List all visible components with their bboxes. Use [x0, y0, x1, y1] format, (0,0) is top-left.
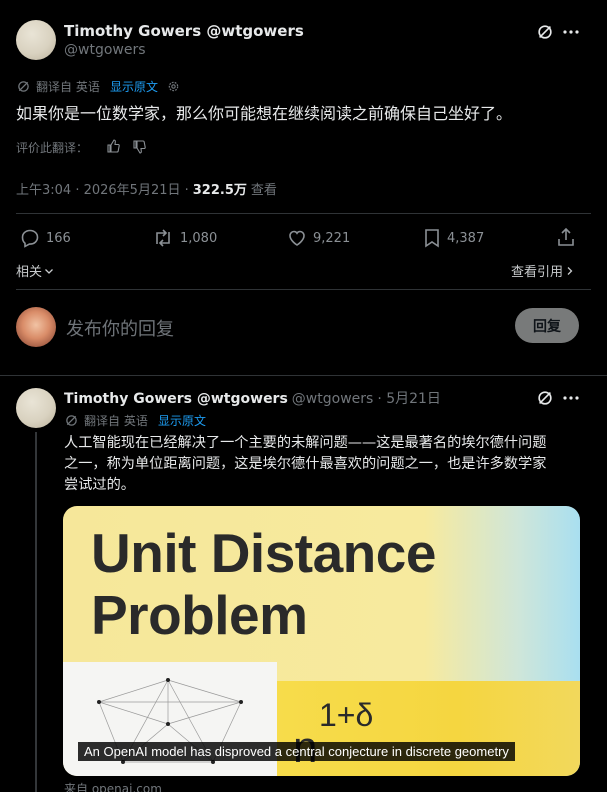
tweet-text: 如果你是一位数学家，那么你可能想在继续阅读之前确保自己坐好了。	[16, 104, 513, 123]
formula-exponent: 1+δ	[319, 697, 374, 733]
thumbs-up-icon[interactable]	[105, 138, 121, 154]
like-count: 9,221	[313, 230, 351, 246]
retweet-icon	[152, 228, 174, 248]
divider	[16, 213, 591, 214]
divider	[16, 289, 591, 290]
link-card-image[interactable]: Unit Distance Problem n 1+δ	[63, 506, 580, 776]
view-quotes-link[interactable]: 查看引用	[511, 261, 574, 280]
share-icon[interactable]	[556, 227, 576, 247]
reply-button[interactable]: 回复	[515, 308, 579, 343]
rate-translation-label: 评价此翻译：	[16, 141, 89, 155]
chevron-right-icon	[566, 266, 574, 276]
heart-icon	[287, 228, 307, 248]
grok-icon[interactable]	[535, 22, 555, 42]
related-toggle[interactable]: 相关	[16, 261, 54, 280]
tweet-timestamp[interactable]: 上午3:04 · 2026年5月21日 ·	[16, 179, 189, 198]
card-title-line: Problem	[91, 584, 308, 646]
show-original-link[interactable]: 显示原文	[158, 412, 206, 429]
user-avatar[interactable]	[16, 307, 56, 347]
chevron-down-icon	[44, 267, 54, 275]
like-action[interactable]: 9,221	[287, 228, 350, 248]
reply-action[interactable]: 166	[20, 228, 71, 248]
author-handle[interactable]: @wtgowers	[64, 42, 146, 58]
show-original-link[interactable]: 显示原文	[110, 78, 158, 95]
card-source[interactable]: 来自 openai.com	[64, 780, 162, 792]
more-options-icon[interactable]	[560, 22, 582, 42]
avatar[interactable]	[16, 388, 56, 428]
bookmark-count: 4,387	[447, 230, 485, 246]
grok-icon[interactable]	[535, 388, 555, 408]
author-name[interactable]: Timothy Gowers @wtgowers	[64, 22, 304, 40]
more-options-icon[interactable]	[560, 388, 582, 408]
divider	[0, 375, 607, 376]
reply-icon	[20, 228, 40, 248]
translate-icon	[64, 413, 78, 427]
author-name[interactable]: Timothy Gowers @wtgowers	[64, 391, 288, 407]
retweet-count: 1,080	[180, 230, 218, 246]
views-label: 查看	[250, 183, 277, 198]
thread-line	[35, 432, 37, 792]
avatar[interactable]	[16, 20, 56, 60]
bookmark-icon	[423, 228, 441, 248]
bookmark-action[interactable]: 4,387	[423, 228, 484, 248]
reply-input[interactable]: 发布你的回复	[66, 315, 174, 341]
author-handle[interactable]: @wtgowers	[292, 391, 374, 407]
tweet-text-line: 尝试过的。	[64, 477, 135, 493]
settings-icon[interactable]	[166, 79, 180, 93]
views-count: 322.5万	[192, 183, 247, 198]
tweet-text-line: 之一，称为单位距离问题，这是埃尔德什最喜欢的问题之一，也是许多数学家	[64, 456, 547, 472]
related-label: 相关	[16, 265, 43, 280]
card-caption: An OpenAI model has disproved a central …	[78, 742, 515, 761]
formula-panel: n 1+δ	[277, 681, 580, 776]
tweet-text: 人工智能现在已经解决了一个主要的未解问题——这是最著名的埃尔德什问题 之一，称为…	[64, 433, 584, 496]
card-title: Unit Distance Problem	[91, 522, 436, 646]
tweet-date[interactable]: · 5月21日	[377, 388, 441, 408]
translated-from-label: 翻译自 英语	[84, 414, 148, 428]
translate-icon	[16, 79, 30, 93]
thumbs-down-icon[interactable]	[131, 139, 147, 155]
tweet-text-line: 人工智能现在已经解决了一个主要的未解问题——这是最著名的埃尔德什问题	[64, 435, 547, 451]
translated-from-label: 翻译自 英语	[36, 80, 100, 94]
retweet-action[interactable]: 1,080	[152, 228, 217, 248]
card-title-line: Unit Distance	[91, 522, 436, 584]
view-quotes-label: 查看引用	[511, 265, 564, 280]
reply-count: 166	[46, 230, 71, 246]
